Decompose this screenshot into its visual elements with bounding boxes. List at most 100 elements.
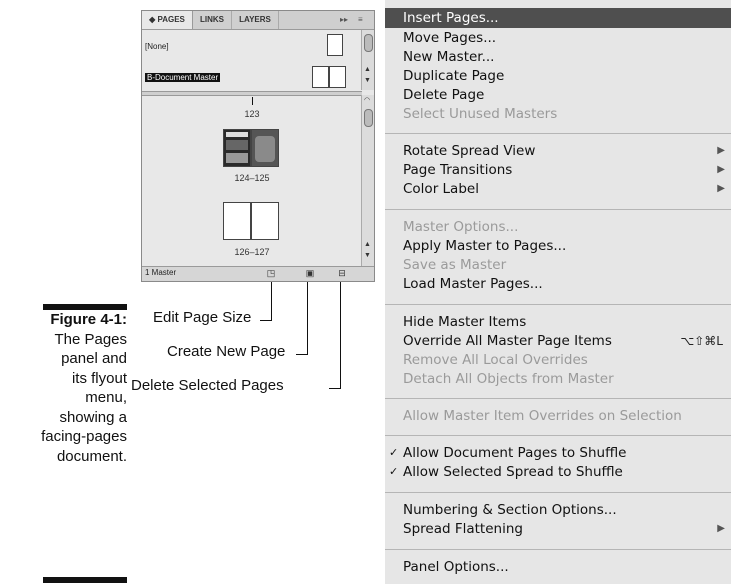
spine-line	[252, 97, 253, 105]
page-126-thumbnail[interactable]	[223, 202, 251, 240]
menu-item-save-as-master[interactable]: Save as Master	[385, 255, 731, 275]
menu-item-delete-page[interactable]: Delete Page	[385, 85, 731, 105]
caption-line: The Pages	[54, 330, 127, 348]
menu-item-load-master-pages[interactable]: Load Master Pages...	[385, 274, 731, 294]
menu-item-label: Hide Master Items	[403, 314, 527, 330]
caption-line: panel and	[61, 350, 127, 367]
master-b-left-thumbnail[interactable]	[312, 66, 329, 88]
menu-item-label: Save as Master	[403, 257, 507, 273]
delete-selected-pages-label: Delete Selected Pages	[131, 377, 284, 394]
master-none[interactable]: [None]	[145, 42, 169, 51]
menu-item-label: New Master...	[403, 49, 495, 65]
pages-panel: ◆ PAGES LINKS LAYERS ▸▸ ≡ [None] B-Docum…	[141, 10, 375, 282]
menu-item-rotate-spread-view[interactable]: Rotate Spread View ▶	[385, 141, 731, 161]
tab-links[interactable]: LINKS	[193, 11, 232, 29]
menu-item-label: Panel Options...	[403, 559, 509, 575]
menu-item-label: Master Options...	[403, 219, 519, 235]
figure-caption: Figure 4-1: The Pages panel and its flyo…	[0, 310, 127, 466]
menu-item-hide-master-items[interactable]: Hide Master Items	[385, 312, 731, 332]
menu-item-label: Select Unused Masters	[403, 106, 558, 122]
pages-flyout-menu: Insert Pages... Move Pages... New Master…	[385, 0, 731, 584]
menu-item-label: Spread Flattening	[403, 521, 523, 537]
menu-item-panel-options[interactable]: Panel Options...	[385, 557, 731, 577]
pages-scroll-knob[interactable]	[364, 109, 373, 127]
panel-tab-bar: ◆ PAGES LINKS LAYERS ▸▸ ≡	[142, 11, 374, 30]
menu-item-label: Numbering & Section Options...	[403, 502, 617, 518]
tab-pages[interactable]: ◆ PAGES	[142, 11, 193, 29]
page-number-label: 123	[244, 109, 260, 119]
menu-separator	[385, 435, 731, 436]
menu-item-label: Allow Master Item Overrides on Selection	[403, 408, 682, 424]
page-124-thumbnail[interactable]	[223, 129, 251, 167]
panel-divider[interactable]	[142, 91, 362, 96]
menu-item-master-options[interactable]: Master Options...	[385, 217, 731, 237]
menu-item-allow-pages-shuffle[interactable]: ✓ Allow Document Pages to Shuffle	[385, 443, 731, 463]
menu-item-spread-flattening[interactable]: Spread Flattening ▶	[385, 519, 731, 539]
menu-item-label: Insert Pages...	[403, 10, 499, 26]
menu-item-duplicate-page[interactable]: Duplicate Page	[385, 66, 731, 86]
menu-item-label: Duplicate Page	[403, 68, 505, 84]
menu-item-label: Page Transitions	[403, 162, 513, 178]
delete-callout-tick	[329, 388, 341, 389]
master-none-thumbnail[interactable]	[327, 34, 343, 56]
masters-scrollbar[interactable]: ▲ ▼	[361, 30, 374, 90]
page-125-thumbnail[interactable]	[251, 129, 279, 167]
menu-item-label: Rotate Spread View	[403, 143, 536, 159]
masters-scroll-knob[interactable]	[364, 34, 373, 52]
menu-separator	[385, 398, 731, 399]
menu-item-label: Apply Master to Pages...	[403, 238, 567, 254]
submenu-arrow-icon: ▶	[717, 523, 725, 534]
caption-figure-label: Figure 4-1:	[50, 311, 127, 328]
caption-line: showing a	[59, 408, 127, 426]
menu-shortcut: ⌥⇧⌘L	[680, 334, 723, 348]
scroll-up-icon[interactable]: ◠	[364, 97, 370, 105]
menu-item-override-all[interactable]: Override All Master Page Items ⌥⇧⌘L	[385, 331, 731, 351]
menu-item-detach-all-objects[interactable]: Detach All Objects from Master	[385, 369, 731, 389]
menu-item-new-master[interactable]: New Master...	[385, 47, 731, 67]
trash-icon[interactable]: ⊟	[337, 268, 347, 278]
menu-separator	[385, 209, 731, 210]
pages-scrollbar[interactable]: ◠ ▲ ▼	[361, 95, 374, 267]
menu-item-select-unused-masters[interactable]: Select Unused Masters	[385, 104, 731, 124]
new-page-callout-line	[307, 282, 308, 354]
edit-size-callout-tick	[260, 320, 272, 321]
submenu-arrow-icon: ▶	[717, 183, 725, 194]
tab-layers[interactable]: LAYERS	[232, 11, 279, 29]
caption-line: its flyout	[71, 369, 127, 387]
scroll-up-icon[interactable]: ▲	[364, 66, 371, 74]
scroll-up-icon[interactable]: ▲	[364, 241, 371, 249]
new-page-callout-tick	[296, 354, 308, 355]
scroll-down-icon[interactable]: ▼	[364, 252, 371, 260]
menu-item-label: Delete Page	[403, 87, 485, 103]
caption-line: document.	[56, 447, 127, 465]
menu-item-color-label[interactable]: Color Label ▶	[385, 179, 731, 199]
menu-item-label: Allow Selected Spread to Shuffle	[403, 464, 623, 480]
page-size-icon[interactable]: ◳	[266, 268, 276, 278]
menu-item-insert-pages[interactable]: Insert Pages...	[385, 8, 731, 28]
menu-item-move-pages[interactable]: Move Pages...	[385, 28, 731, 48]
create-new-page-label: Create New Page	[167, 343, 286, 360]
menu-item-apply-master[interactable]: Apply Master to Pages...	[385, 236, 731, 256]
menu-item-allow-spread-shuffle[interactable]: ✓ Allow Selected Spread to Shuffle	[385, 462, 731, 482]
menu-item-label: Move Pages...	[403, 30, 497, 46]
panel-menu-icon[interactable]: ≡	[358, 11, 363, 29]
scroll-down-icon[interactable]: ▼	[364, 77, 371, 85]
master-b-document[interactable]: B-Document Master	[145, 73, 221, 82]
checkmark-icon: ✓	[389, 465, 399, 478]
menu-item-remove-local-overrides[interactable]: Remove All Local Overrides	[385, 350, 731, 370]
page-number-label: 126–127	[234, 247, 270, 257]
caption-line: menu,	[85, 389, 127, 406]
collapse-panel-icon[interactable]: ▸▸	[340, 11, 348, 29]
menu-separator	[385, 133, 731, 134]
caption-line: facing-pages	[41, 428, 127, 445]
menu-item-page-transitions[interactable]: Page Transitions ▶	[385, 160, 731, 180]
menu-separator	[385, 304, 731, 305]
menu-item-numbering-section[interactable]: Numbering & Section Options...	[385, 500, 731, 520]
edit-size-callout-line	[271, 282, 272, 320]
menu-separator	[385, 549, 731, 550]
menu-item-label: Allow Document Pages to Shuffle	[403, 445, 627, 461]
new-page-icon[interactable]: ▣	[305, 268, 315, 278]
page-127-thumbnail[interactable]	[251, 202, 279, 240]
menu-item-allow-overrides-selection[interactable]: Allow Master Item Overrides on Selection	[385, 406, 731, 426]
master-b-right-thumbnail[interactable]	[329, 66, 346, 88]
